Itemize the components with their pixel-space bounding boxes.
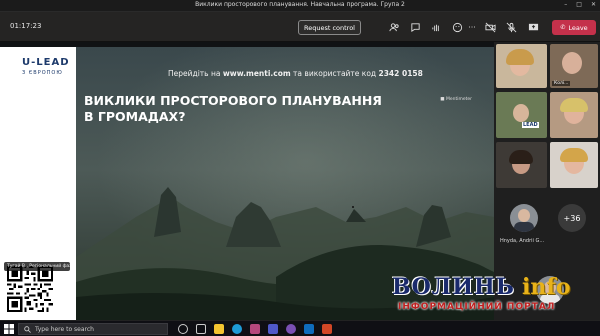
meeting-timer: 01:17:23 xyxy=(10,22,42,30)
participant-name: Hnyda, Andrii G... xyxy=(500,238,545,244)
watermark-part1: ВОЛИНЬ xyxy=(392,274,515,300)
participant-tile[interactable] xyxy=(496,142,547,188)
watermark-part2: info xyxy=(522,274,571,300)
close-window-button[interactable]: ✕ xyxy=(591,1,596,8)
taskbar-search-box[interactable]: Type here to search xyxy=(18,323,168,335)
mentimeter-brand: ■ Mentimeter xyxy=(440,97,472,102)
menti-instructions: Перейдіть на www.menti.com та використай… xyxy=(168,69,423,78)
phone-icon: ✆ xyxy=(560,24,566,31)
cortana-icon[interactable] xyxy=(178,324,188,334)
outlook-icon[interactable] xyxy=(304,324,314,334)
more-icon[interactable]: ··· xyxy=(466,21,478,33)
windows-taskbar: Type here to search xyxy=(0,320,600,336)
menti-middle: та використайте код xyxy=(290,69,379,78)
people-icon[interactable] xyxy=(388,21,400,33)
meeting-toolbar: 01:17:23 Request control ··· ✆ Leave xyxy=(0,12,600,42)
request-control-button[interactable]: Request control xyxy=(298,20,361,35)
menti-code: 2342 0158 xyxy=(378,69,423,78)
leave-button[interactable]: ✆ Leave xyxy=(552,20,596,35)
menti-site: www.menti.com xyxy=(222,69,291,78)
teams-icon[interactable] xyxy=(268,324,278,334)
qr-code-image xyxy=(7,266,53,312)
chat-icon[interactable] xyxy=(409,21,421,33)
reactions-icon[interactable] xyxy=(451,21,463,33)
window-controls: – □ ✕ xyxy=(564,1,596,8)
maximize-button[interactable]: □ xyxy=(576,1,582,8)
menti-prefix: Перейдіть на xyxy=(168,69,223,78)
slide-title: ВИКЛИКИ ПРОСТОРОВОГО ПЛАНУВАННЯ В ГРОМАД… xyxy=(84,93,382,124)
participant-shirt xyxy=(514,222,534,232)
more-participants-badge[interactable]: +36 xyxy=(558,204,586,232)
window-title-bar: Виклики просторового планування. Навчаль… xyxy=(0,0,600,12)
share-icon[interactable] xyxy=(527,21,539,33)
task-view-icon[interactable] xyxy=(196,324,206,334)
presenter-name-caption: Тугай В., Регіональний фахівець (Guest) xyxy=(4,262,70,271)
participant-hair xyxy=(509,150,533,164)
raise-hand-icon[interactable] xyxy=(430,21,442,33)
participant-avatar[interactable] xyxy=(510,204,538,232)
participant-tile[interactable] xyxy=(550,142,598,188)
mentimeter-brand-label: Mentimeter xyxy=(445,97,472,102)
edge-icon[interactable] xyxy=(232,324,242,334)
participant-tile[interactable] xyxy=(550,92,598,138)
presenter-video-panel: U-LEAD З ЄВРОПОЮ xyxy=(0,47,76,320)
powerpoint-icon[interactable] xyxy=(322,324,332,334)
search-placeholder: Type here to search xyxy=(35,325,94,333)
windows-start-icon[interactable] xyxy=(4,324,14,334)
viber-icon[interactable] xyxy=(286,324,296,334)
window-title: Виклики просторового планування. Навчаль… xyxy=(195,1,405,8)
minimize-button[interactable]: – xyxy=(564,1,567,8)
search-icon xyxy=(24,326,31,333)
participant-tile[interactable]: Колі... xyxy=(550,44,598,88)
ulead-logo: U-LEAD xyxy=(22,57,70,68)
watermark-tagline: ІНФОРМАЦІЙНИЙ ПОРТАЛ xyxy=(398,302,556,312)
participant-name: Колі... xyxy=(552,81,571,86)
participant-hair xyxy=(560,148,588,162)
participant-hair xyxy=(506,49,534,65)
participant-face xyxy=(518,209,530,222)
volyn-info-watermark: ВОЛИНЬ info ІНФОРМАЦІЙНИЙ ПОРТАЛ xyxy=(392,272,600,322)
participant-hair xyxy=(560,98,588,112)
file-explorer-icon[interactable] xyxy=(214,324,224,334)
mic-off-icon[interactable] xyxy=(505,21,517,33)
participant-tile[interactable]: LEAD xyxy=(496,92,547,138)
ulead-logo-subtitle: З ЄВРОПОЮ xyxy=(22,70,63,76)
ulead-banner-icon: LEAD xyxy=(522,122,539,128)
leave-label: Leave xyxy=(568,23,588,32)
participant-face xyxy=(513,104,529,122)
camera-off-icon[interactable] xyxy=(484,21,496,33)
participant-tile[interactable] xyxy=(496,44,547,88)
store-icon[interactable] xyxy=(250,324,260,334)
participant-face xyxy=(562,52,582,74)
